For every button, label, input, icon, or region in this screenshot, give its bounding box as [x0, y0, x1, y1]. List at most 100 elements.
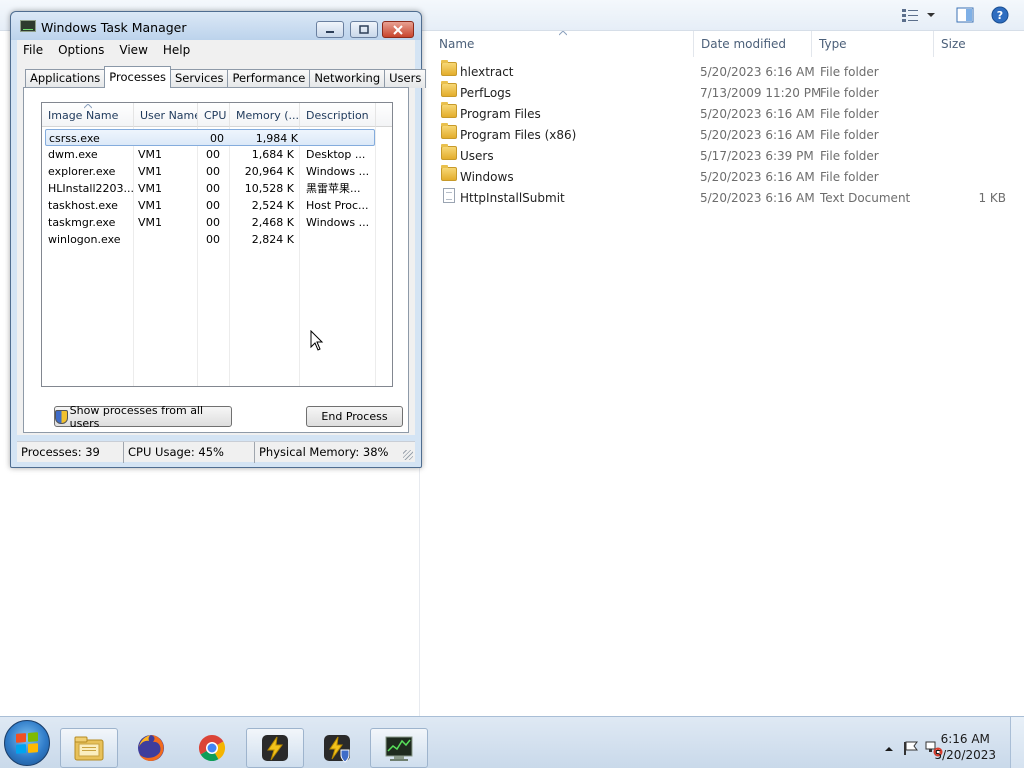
file-date-modified: 7/13/2009 11:20 PM [700, 86, 822, 100]
file-name: PerfLogs [460, 86, 512, 100]
process-memory: 2,824 K [251, 233, 294, 246]
file-date-modified: 5/20/2023 6:16 AM [700, 191, 815, 205]
taskbar-installer[interactable] [246, 728, 304, 768]
tab-users[interactable]: Users [384, 69, 427, 88]
process-cpu: 00 [210, 132, 224, 145]
taskbar: 6:16 AM 5/20/2023 [0, 716, 1024, 768]
file-row[interactable]: Windows 5/20/2023 6:16 AM File folder [432, 165, 1024, 188]
sort-arrow-icon [559, 31, 567, 36]
change-view-icon[interactable] [898, 5, 922, 25]
resize-grip-icon[interactable] [403, 450, 413, 460]
show-hidden-icons-icon[interactable] [884, 745, 894, 753]
tab-networking[interactable]: Networking [309, 69, 386, 88]
tab-performance[interactable]: Performance [227, 69, 311, 88]
column-size[interactable]: Size [934, 31, 1016, 57]
process-cpu: 00 [206, 233, 220, 246]
view-options-chevron-icon[interactable] [924, 5, 938, 25]
clock-time: 6:16 AM [940, 732, 990, 746]
end-process-button[interactable]: End Process [306, 406, 403, 427]
process-row[interactable]: csrss.exe 00 1,984 K [45, 129, 375, 146]
process-cpu: 00 [206, 182, 220, 195]
svg-text:?: ? [997, 9, 1003, 22]
clock-date: 5/20/2023 [934, 748, 996, 762]
close-button[interactable] [382, 21, 414, 38]
menu-view[interactable]: View [113, 40, 156, 60]
process-memory: 10,528 K [244, 182, 294, 195]
taskbar-firefox[interactable] [122, 728, 180, 768]
text-document-icon [443, 188, 455, 203]
tab-services[interactable]: Services [169, 69, 229, 88]
process-row[interactable]: dwm.exe VM1 00 1,684 K Desktop ... [42, 146, 392, 163]
taskbar-task-manager[interactable] [370, 728, 428, 768]
process-list[interactable]: Image Name User Name CPU Memory (... Des… [41, 102, 393, 387]
process-cpu: 00 [206, 199, 220, 212]
folder-icon [441, 123, 457, 139]
process-memory: 2,468 K [251, 216, 294, 229]
file-row[interactable]: Users 5/17/2023 6:39 PM File folder [432, 144, 1024, 167]
taskbar-windows-explorer[interactable] [60, 728, 118, 768]
maximize-button[interactable] [350, 21, 378, 38]
process-image-name: taskmgr.exe [48, 216, 116, 229]
file-row[interactable]: PerfLogs 7/13/2009 11:20 PM File folder [432, 81, 1024, 104]
menu-file[interactable]: File [17, 40, 52, 60]
file-row[interactable]: HttpInstallSubmit 5/20/2023 6:16 AM Text D… [432, 188, 1024, 209]
close-icon [393, 24, 403, 35]
column-user-name[interactable]: User Name [134, 103, 198, 127]
minimize-button[interactable] [316, 21, 344, 38]
file-date-modified: 5/17/2023 6:39 PM [700, 149, 814, 163]
process-user-name: VM1 [138, 216, 163, 229]
process-cpu: 00 [206, 165, 220, 178]
folder-icon [441, 165, 457, 181]
column-cpu[interactable]: CPU [198, 103, 230, 127]
action-center-flag-icon[interactable] [902, 740, 920, 756]
taskbar-chrome[interactable] [183, 728, 241, 768]
minimize-icon [326, 30, 334, 33]
file-row[interactable]: Program Files 5/20/2023 6:16 AM File folde… [432, 102, 1024, 125]
tab-processes[interactable]: Processes [104, 66, 171, 88]
process-row[interactable]: explorer.exe VM1 00 20,964 K Windows ... [42, 163, 392, 180]
file-list-header: Name Date modified Type Size [432, 31, 1024, 57]
process-image-name: csrss.exe [49, 132, 100, 145]
menu-options[interactable]: Options [52, 40, 113, 60]
taskbar-installer-admin[interactable] [308, 728, 366, 768]
title-bar[interactable]: Windows Task Manager [11, 12, 421, 40]
process-row[interactable]: taskmgr.exe VM1 00 2,468 K Windows ... [42, 214, 392, 231]
column-type[interactable]: Type [812, 31, 934, 57]
file-name: Users [460, 149, 494, 163]
column-date-modified[interactable]: Date modified [694, 31, 812, 57]
installer-icon [262, 735, 288, 761]
folder-icon [441, 102, 457, 118]
task-manager-app-icon [20, 20, 36, 32]
process-user-name: VM1 [138, 199, 163, 212]
file-type: Text Document [820, 191, 911, 205]
file-row[interactable]: Program Files (x86) 5/20/2023 6:16 AM File… [432, 123, 1024, 146]
tab-applications[interactable]: Applications [25, 69, 106, 88]
process-user-name: VM1 [138, 165, 163, 178]
start-button[interactable] [4, 720, 50, 766]
sort-arrow-icon [84, 104, 92, 109]
column-memory[interactable]: Memory (... [230, 103, 300, 127]
process-row[interactable]: taskhost.exe VM1 00 2,524 K Host Proc... [42, 197, 392, 214]
process-description: Host Proc... [306, 199, 369, 212]
process-image-name: taskhost.exe [48, 199, 118, 212]
help-icon[interactable]: ? [988, 5, 1012, 25]
windows-logo-icon [16, 732, 38, 754]
process-cpu: 00 [206, 216, 220, 229]
process-row[interactable]: winlogon.exe 00 2,824 K [42, 231, 392, 248]
column-description[interactable]: Description [300, 103, 376, 127]
process-description: Desktop ... [306, 148, 366, 161]
show-all-processes-button[interactable]: Show processes from all users [54, 404, 232, 430]
task-manager-icon [385, 736, 413, 761]
clock[interactable]: 6:16 AM 5/20/2023 [934, 731, 996, 763]
menu-help[interactable]: Help [157, 40, 199, 60]
status-processes: Processes: 39 [17, 442, 124, 463]
process-row[interactable]: HLInstall2203... VM1 00 10,528 K 黑雷苹果... [42, 180, 392, 197]
show-desktop-button[interactable] [1010, 717, 1024, 768]
status-bar: Processes: 39 CPU Usage: 45% Physical Me… [17, 441, 415, 463]
preview-pane-icon[interactable] [954, 5, 976, 25]
firefox-icon [138, 735, 164, 761]
file-row[interactable]: hlextract 5/20/2023 6:16 AM File folder [432, 60, 1024, 83]
process-description: Windows ... [306, 165, 370, 178]
file-size: 1 KB [978, 191, 1006, 205]
folder-icon [441, 144, 457, 160]
